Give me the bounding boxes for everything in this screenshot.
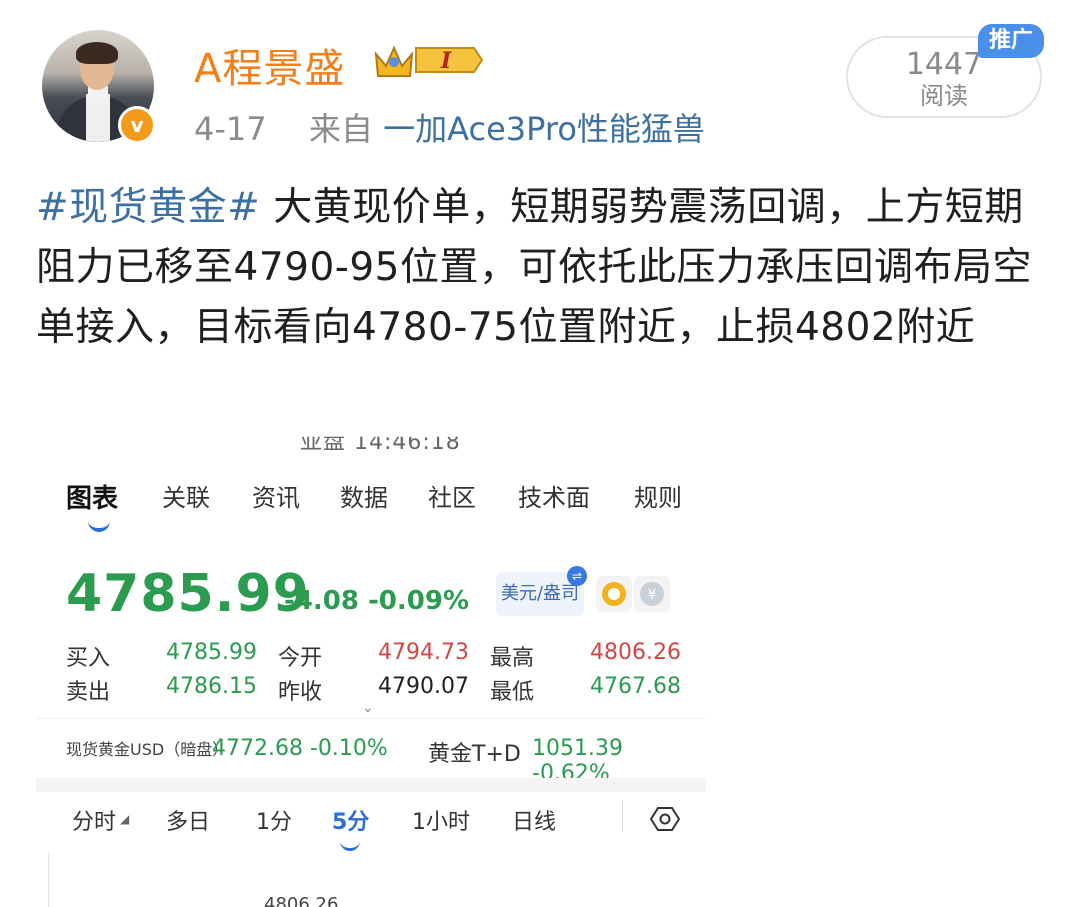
high-value: 4806.26 xyxy=(590,640,681,665)
current-price: 4785.99 xyxy=(66,564,310,624)
post-meta: 4-17 来自 一加Ace3Pro性能猛兽 xyxy=(194,104,705,150)
tab-community[interactable]: 社区 xyxy=(428,478,476,513)
crown-rank-badge-icon: I xyxy=(374,45,484,77)
post-text: #现货黄金# 大黄现价单，短期弱势震荡回调，上方短期阻力已移至4790-95位置… xyxy=(36,178,1036,358)
session-status: 亚盘 14:46:18 xyxy=(300,430,461,455)
open-label: 今开 xyxy=(278,646,323,671)
username[interactable]: A程景盛 xyxy=(194,36,345,94)
promote-button[interactable]: 推广 xyxy=(978,24,1044,58)
quote-screenshot-image[interactable]: 亚盘 14:46:18 图表 关联 资讯 数据 社区 技术面 规则 4785.9… xyxy=(36,420,706,907)
divider xyxy=(622,800,623,832)
calculator-icon[interactable]: ¥ xyxy=(634,576,670,612)
active-tab-indicator xyxy=(88,518,110,532)
prev-close-label: 昨收 xyxy=(278,680,323,705)
open-value: 4794.73 xyxy=(378,640,469,665)
prev-close-value: 4790.07 xyxy=(378,674,469,699)
low-value: 4767.68 xyxy=(590,674,681,699)
period-tab-1hour[interactable]: 1小时 xyxy=(412,804,470,836)
tab-technical[interactable]: 技术面 xyxy=(518,478,590,513)
period-tab-1min[interactable]: 1分 xyxy=(256,804,292,836)
tab-news[interactable]: 资讯 xyxy=(252,478,300,513)
verified-badge-icon: v xyxy=(118,106,156,144)
buy-label: 买入 xyxy=(66,646,111,671)
tab-data[interactable]: 数据 xyxy=(340,478,388,513)
low-label: 最低 xyxy=(490,680,535,705)
svg-text:¥: ¥ xyxy=(648,587,657,603)
switch-icon: ⇌ xyxy=(567,566,587,586)
tab-rules[interactable]: 规则 xyxy=(634,478,682,513)
read-label: 阅读 xyxy=(920,82,968,110)
price-change: -4.08 xyxy=(284,586,359,616)
expand-chevron-icon[interactable]: ⌄ xyxy=(362,700,374,716)
source-prefix: 来自 xyxy=(308,110,373,148)
rank-level: I xyxy=(440,48,452,74)
buy-value: 4785.99 xyxy=(166,640,257,665)
quote-tabs: 图表 关联 资讯 数据 社区 技术面 规则 xyxy=(66,478,706,518)
section-separator xyxy=(36,778,706,792)
chart-settings-icon[interactable] xyxy=(650,804,680,834)
active-period-indicator xyxy=(340,840,360,851)
price-change-pct: -0.09% xyxy=(368,586,469,616)
period-tab-5min[interactable]: 5分 xyxy=(332,804,369,836)
dropdown-caret-icon: ◢ xyxy=(120,812,130,826)
related-2-name[interactable]: 黄金T+D xyxy=(428,736,521,768)
tab-related[interactable]: 关联 xyxy=(162,478,210,513)
related-1-value: 4772.68 -0.10% xyxy=(212,736,388,761)
related-1-name[interactable]: 现货黄金USD（暗盘） xyxy=(66,736,228,760)
hashtag-link[interactable]: #现货黄金# xyxy=(36,185,260,230)
divider xyxy=(36,718,706,719)
alert-icon[interactable] xyxy=(596,576,632,612)
sell-label: 卖出 xyxy=(66,680,111,705)
tab-chart[interactable]: 图表 xyxy=(66,478,118,515)
period-tab-multiday[interactable]: 多日 xyxy=(166,804,210,836)
sell-value: 4786.15 xyxy=(166,674,257,699)
chart-high-label: 4806.26 xyxy=(264,894,339,907)
high-label: 最高 xyxy=(490,646,535,671)
period-tab-daily[interactable]: 日线 xyxy=(512,804,556,836)
post-date: 4-17 xyxy=(194,110,267,148)
chart-axis-line xyxy=(48,852,49,907)
source-device[interactable]: 一加Ace3Pro性能猛兽 xyxy=(383,110,705,148)
period-tabs: 分时 ◢ 多日 1分 5分 1小时 日线 xyxy=(36,804,706,844)
period-tab-intraday[interactable]: 分时 xyxy=(72,804,116,836)
